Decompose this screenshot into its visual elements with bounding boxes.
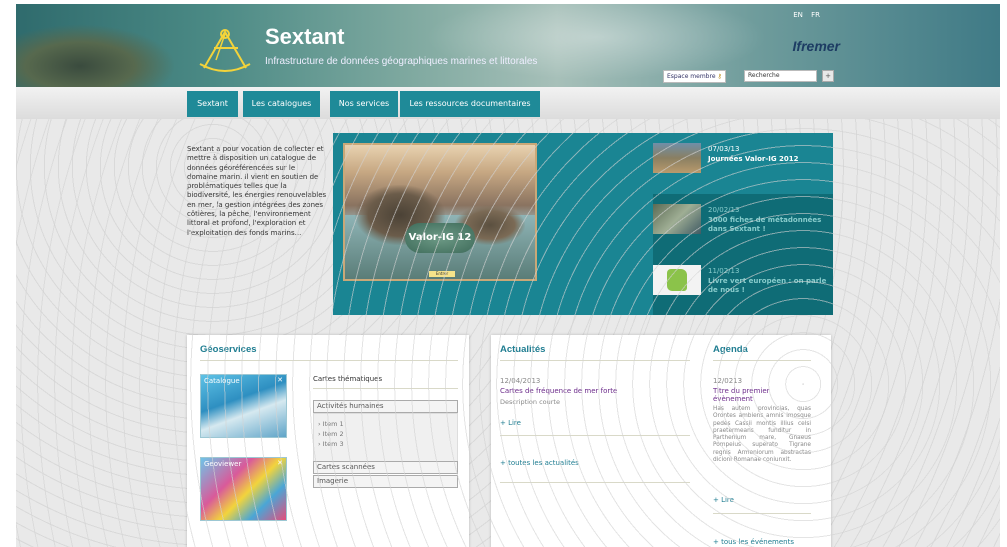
news-date: 12/04/2013 <box>500 377 541 385</box>
news-title[interactable]: Journées Valor-IG 2012 <box>708 155 833 164</box>
slider-news-item[interactable]: 20/02/13 3000 fiches de métadonnées dans… <box>653 194 833 255</box>
news-headline[interactable]: Cartes de fréquence de mer forte <box>500 387 617 395</box>
news-date: 20/02/13 <box>708 206 740 214</box>
site-title[interactable]: Sextant <box>265 24 344 50</box>
event-read-more-link[interactable]: + Lire <box>713 496 734 504</box>
sextant-logo-icon[interactable] <box>194 24 256 76</box>
event-headline[interactable]: Titre du premier évènement <box>713 387 811 403</box>
lang-fr-link[interactable]: FR <box>811 11 820 19</box>
geoviewer-card[interactable]: Geoviewer ✕ <box>200 457 287 521</box>
thematic-maps-title: Cartes thématiques <box>313 375 383 383</box>
enter-button[interactable]: Entrer <box>429 271 455 277</box>
geoviewer-label: Geoviewer <box>204 460 242 468</box>
list-item[interactable]: › Item 2 <box>318 430 344 438</box>
news-description: Description courte <box>500 398 560 406</box>
all-events-link[interactable]: + tous les événements <box>713 538 794 546</box>
list-item[interactable]: › Item 3 <box>318 440 344 448</box>
france-map-thumbnail <box>653 265 701 295</box>
event-date: 12/0213 <box>713 377 743 385</box>
search-input[interactable]: Recherche <box>744 70 817 82</box>
site-subtitle: Infrastructure de données géographiques … <box>265 56 538 67</box>
news-title[interactable]: Livre vert européen : on parle de nous ! <box>708 277 833 295</box>
nav-sextant[interactable]: Sextant <box>187 91 238 117</box>
news-thumbnail <box>653 204 701 234</box>
page: Sextant Infrastructure de données géogra… <box>16 4 1000 547</box>
slider-photo[interactable]: Valor-IG 12 Entrer <box>343 143 537 281</box>
lang-en-link[interactable]: EN <box>793 11 803 19</box>
slider-news-item[interactable]: 11/02/13 Livre vert européen : on parle … <box>653 255 833 315</box>
nav-resources[interactable]: Les ressources documentaires <box>400 91 540 117</box>
close-icon[interactable]: ✕ <box>277 459 283 467</box>
catalogue-label: Catalogue <box>204 377 240 385</box>
intro-text: Sextant a pour vocation de collecter et … <box>187 145 327 237</box>
read-more-link[interactable]: + Lire <box>500 419 521 427</box>
header: Sextant Infrastructure de données géogra… <box>16 4 1000 87</box>
event-body: Has autem provincias, quas Orontes ambie… <box>713 406 811 464</box>
key-icon: ⚷ <box>717 73 722 80</box>
catalogue-card[interactable]: Catalogue ✕ <box>200 374 287 438</box>
nav-services[interactable]: Nos services <box>330 91 398 117</box>
accordion-scanned-maps[interactable]: Cartes scannées <box>313 461 458 474</box>
valor-label: Valor-IG 12 <box>405 223 475 253</box>
language-switch: EN FR <box>787 11 820 19</box>
news-date: 07/03/13 <box>708 145 740 153</box>
news-title[interactable]: 3000 fiches de métadonnées dans Sextant … <box>708 216 833 234</box>
slider-news-item[interactable]: 07/03/13 Journées Valor-IG 2012 <box>653 133 833 194</box>
member-area-link[interactable]: Espace membre ⚷ <box>663 70 726 83</box>
news-thumbnail <box>653 143 701 173</box>
search-button[interactable]: + <box>822 70 834 82</box>
close-icon[interactable]: ✕ <box>277 376 283 384</box>
list-item[interactable]: › Item 1 <box>318 420 344 428</box>
nav-catalogues[interactable]: Les catalogues <box>243 91 320 117</box>
ifremer-logo[interactable]: Ifremer <box>793 38 840 54</box>
geoservices-title: Géoservices <box>200 344 257 355</box>
accordion-imagery[interactable]: Imagerie <box>313 475 458 488</box>
all-news-link[interactable]: + toutes les actualités <box>500 459 579 467</box>
news-title: Actualités <box>500 344 546 355</box>
agenda-title: Agenda <box>713 344 748 355</box>
accordion-human-activities[interactable]: Activités humaines <box>313 400 458 413</box>
news-date: 11/02/13 <box>708 267 740 275</box>
